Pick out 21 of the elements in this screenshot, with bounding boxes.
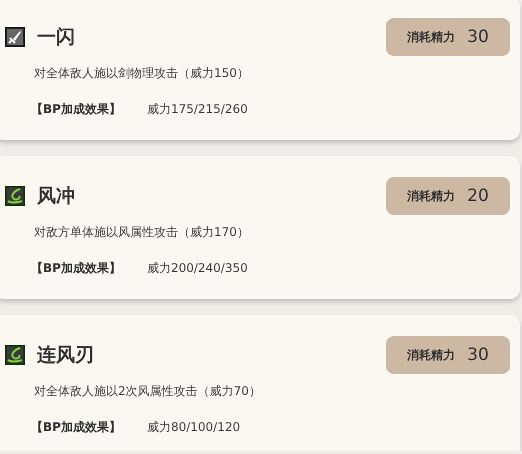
bp-label: 【BP加成效果】 (31, 260, 121, 277)
bp-label: 【BP加成效果】 (31, 419, 121, 436)
skill-name: 连风刃 (37, 343, 95, 368)
cost-value: 30 (467, 345, 489, 365)
bp-label: 【BP加成效果】 (31, 101, 121, 118)
cost-value: 20 (467, 186, 489, 206)
skill-description: 对全体敌人施以2次风属性攻击（威力70） (34, 383, 262, 400)
skill-description: 对全体敌人施以剑物理攻击（威力150） (34, 65, 250, 82)
sword-icon (5, 27, 25, 47)
bp-value: 威力200/240/350 (146, 260, 248, 277)
skill-name: 风冲 (37, 184, 76, 209)
cost-label: 消耗精力 (407, 188, 456, 204)
skill-description: 对敌方单体施以风属性攻击（威力170） (34, 224, 250, 241)
cost-value: 30 (467, 27, 489, 47)
cost-label: 消耗精力 (407, 28, 456, 46)
bp-value: 威力175/215/260 (146, 101, 248, 118)
wind-icon (5, 186, 25, 206)
bp-value: 威力80/100/120 (146, 419, 240, 436)
cost-label: 消耗精力 (407, 346, 456, 364)
wind-icon (5, 345, 25, 365)
skill-name: 一闪 (37, 25, 76, 50)
